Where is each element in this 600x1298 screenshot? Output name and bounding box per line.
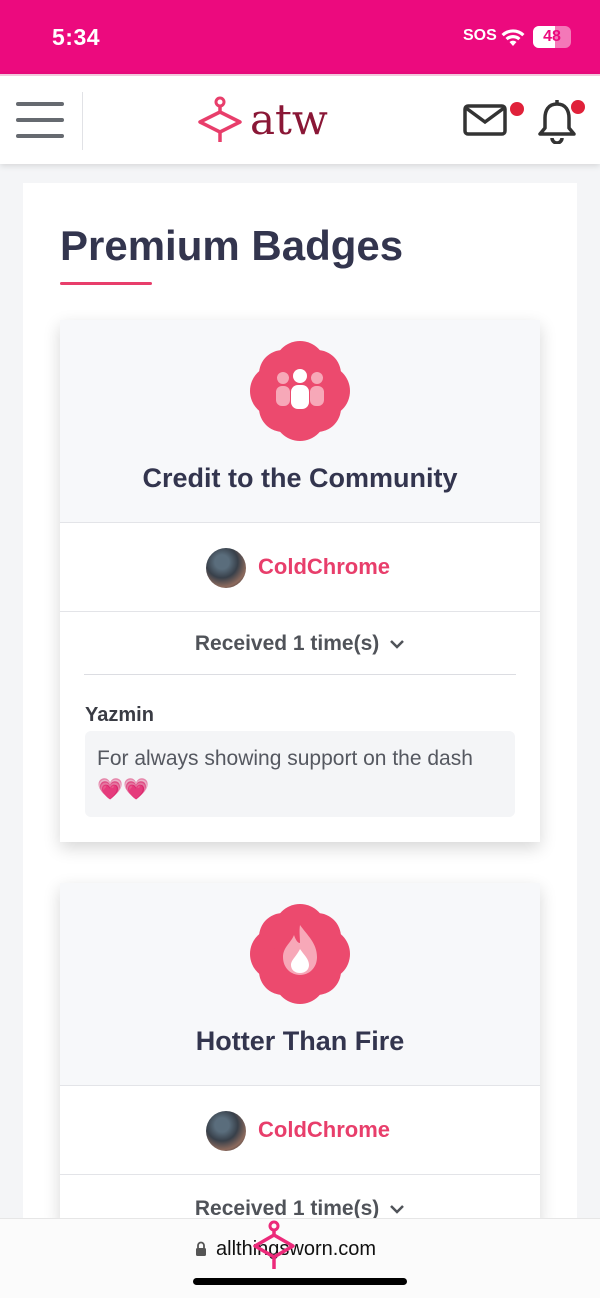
status-sos: SOS: [463, 27, 497, 44]
avatar[interactable]: [206, 1111, 246, 1151]
badge-name: Hotter Than Fire: [195, 1026, 405, 1056]
home-indicator[interactable]: [193, 1278, 407, 1285]
battery-level: 48: [543, 28, 561, 45]
browser-address-bar[interactable]: allthingsworn.com: [0, 1218, 600, 1298]
bell-notification-dot: [571, 100, 585, 114]
received-label: Received 1 time(s): [194, 1197, 380, 1220]
status-time: 5:34: [52, 24, 101, 50]
site-logo[interactable]: atw: [194, 94, 364, 146]
badge-card: Credit to the Community ColdChrome Recei…: [60, 320, 540, 842]
recipient-username[interactable]: ColdChrome: [258, 554, 390, 580]
lock-icon: [196, 1241, 206, 1256]
fire-icon: [250, 904, 350, 1004]
mail-notification-dot: [510, 102, 524, 116]
badge-name: Credit to the Community: [142, 463, 458, 493]
title-underline: [60, 282, 152, 285]
recipient-username[interactable]: ColdChrome: [258, 1117, 390, 1143]
recipient-row[interactable]: ColdChrome: [60, 1085, 540, 1175]
giver-name: Yazmin: [85, 704, 154, 726]
avatar[interactable]: [206, 548, 246, 588]
battery-icon: 48: [533, 26, 571, 48]
chevron-down-icon: [390, 1205, 405, 1215]
page-title: Premium Badges: [60, 222, 404, 269]
received-section: Received 1 time(s): [60, 1175, 540, 1223]
nav-divider: [82, 92, 83, 150]
logo-text: atw: [250, 95, 328, 144]
hanger-icon: [253, 1220, 295, 1269]
mail-icon[interactable]: [462, 102, 508, 138]
top-nav: atw: [0, 74, 600, 164]
badge-card: Hotter Than Fire ColdChrome Received 1 t…: [60, 883, 540, 1223]
chevron-down-icon: [390, 640, 405, 650]
menu-button[interactable]: [16, 100, 66, 140]
received-section: Received 1 time(s) Yazmin For always sho…: [60, 612, 540, 842]
badge-message: For always showing support on the dash 💗…: [85, 731, 515, 817]
community-icon: [250, 341, 350, 441]
received-toggle[interactable]: Received 1 time(s): [60, 632, 540, 656]
hanger-logo-icon: [198, 96, 242, 142]
divider: [84, 674, 516, 675]
received-label: Received 1 time(s): [194, 632, 380, 655]
status-bar: 5:34 SOS 48: [0, 0, 600, 74]
wifi-icon: [501, 29, 525, 46]
recipient-row[interactable]: ColdChrome: [60, 522, 540, 612]
